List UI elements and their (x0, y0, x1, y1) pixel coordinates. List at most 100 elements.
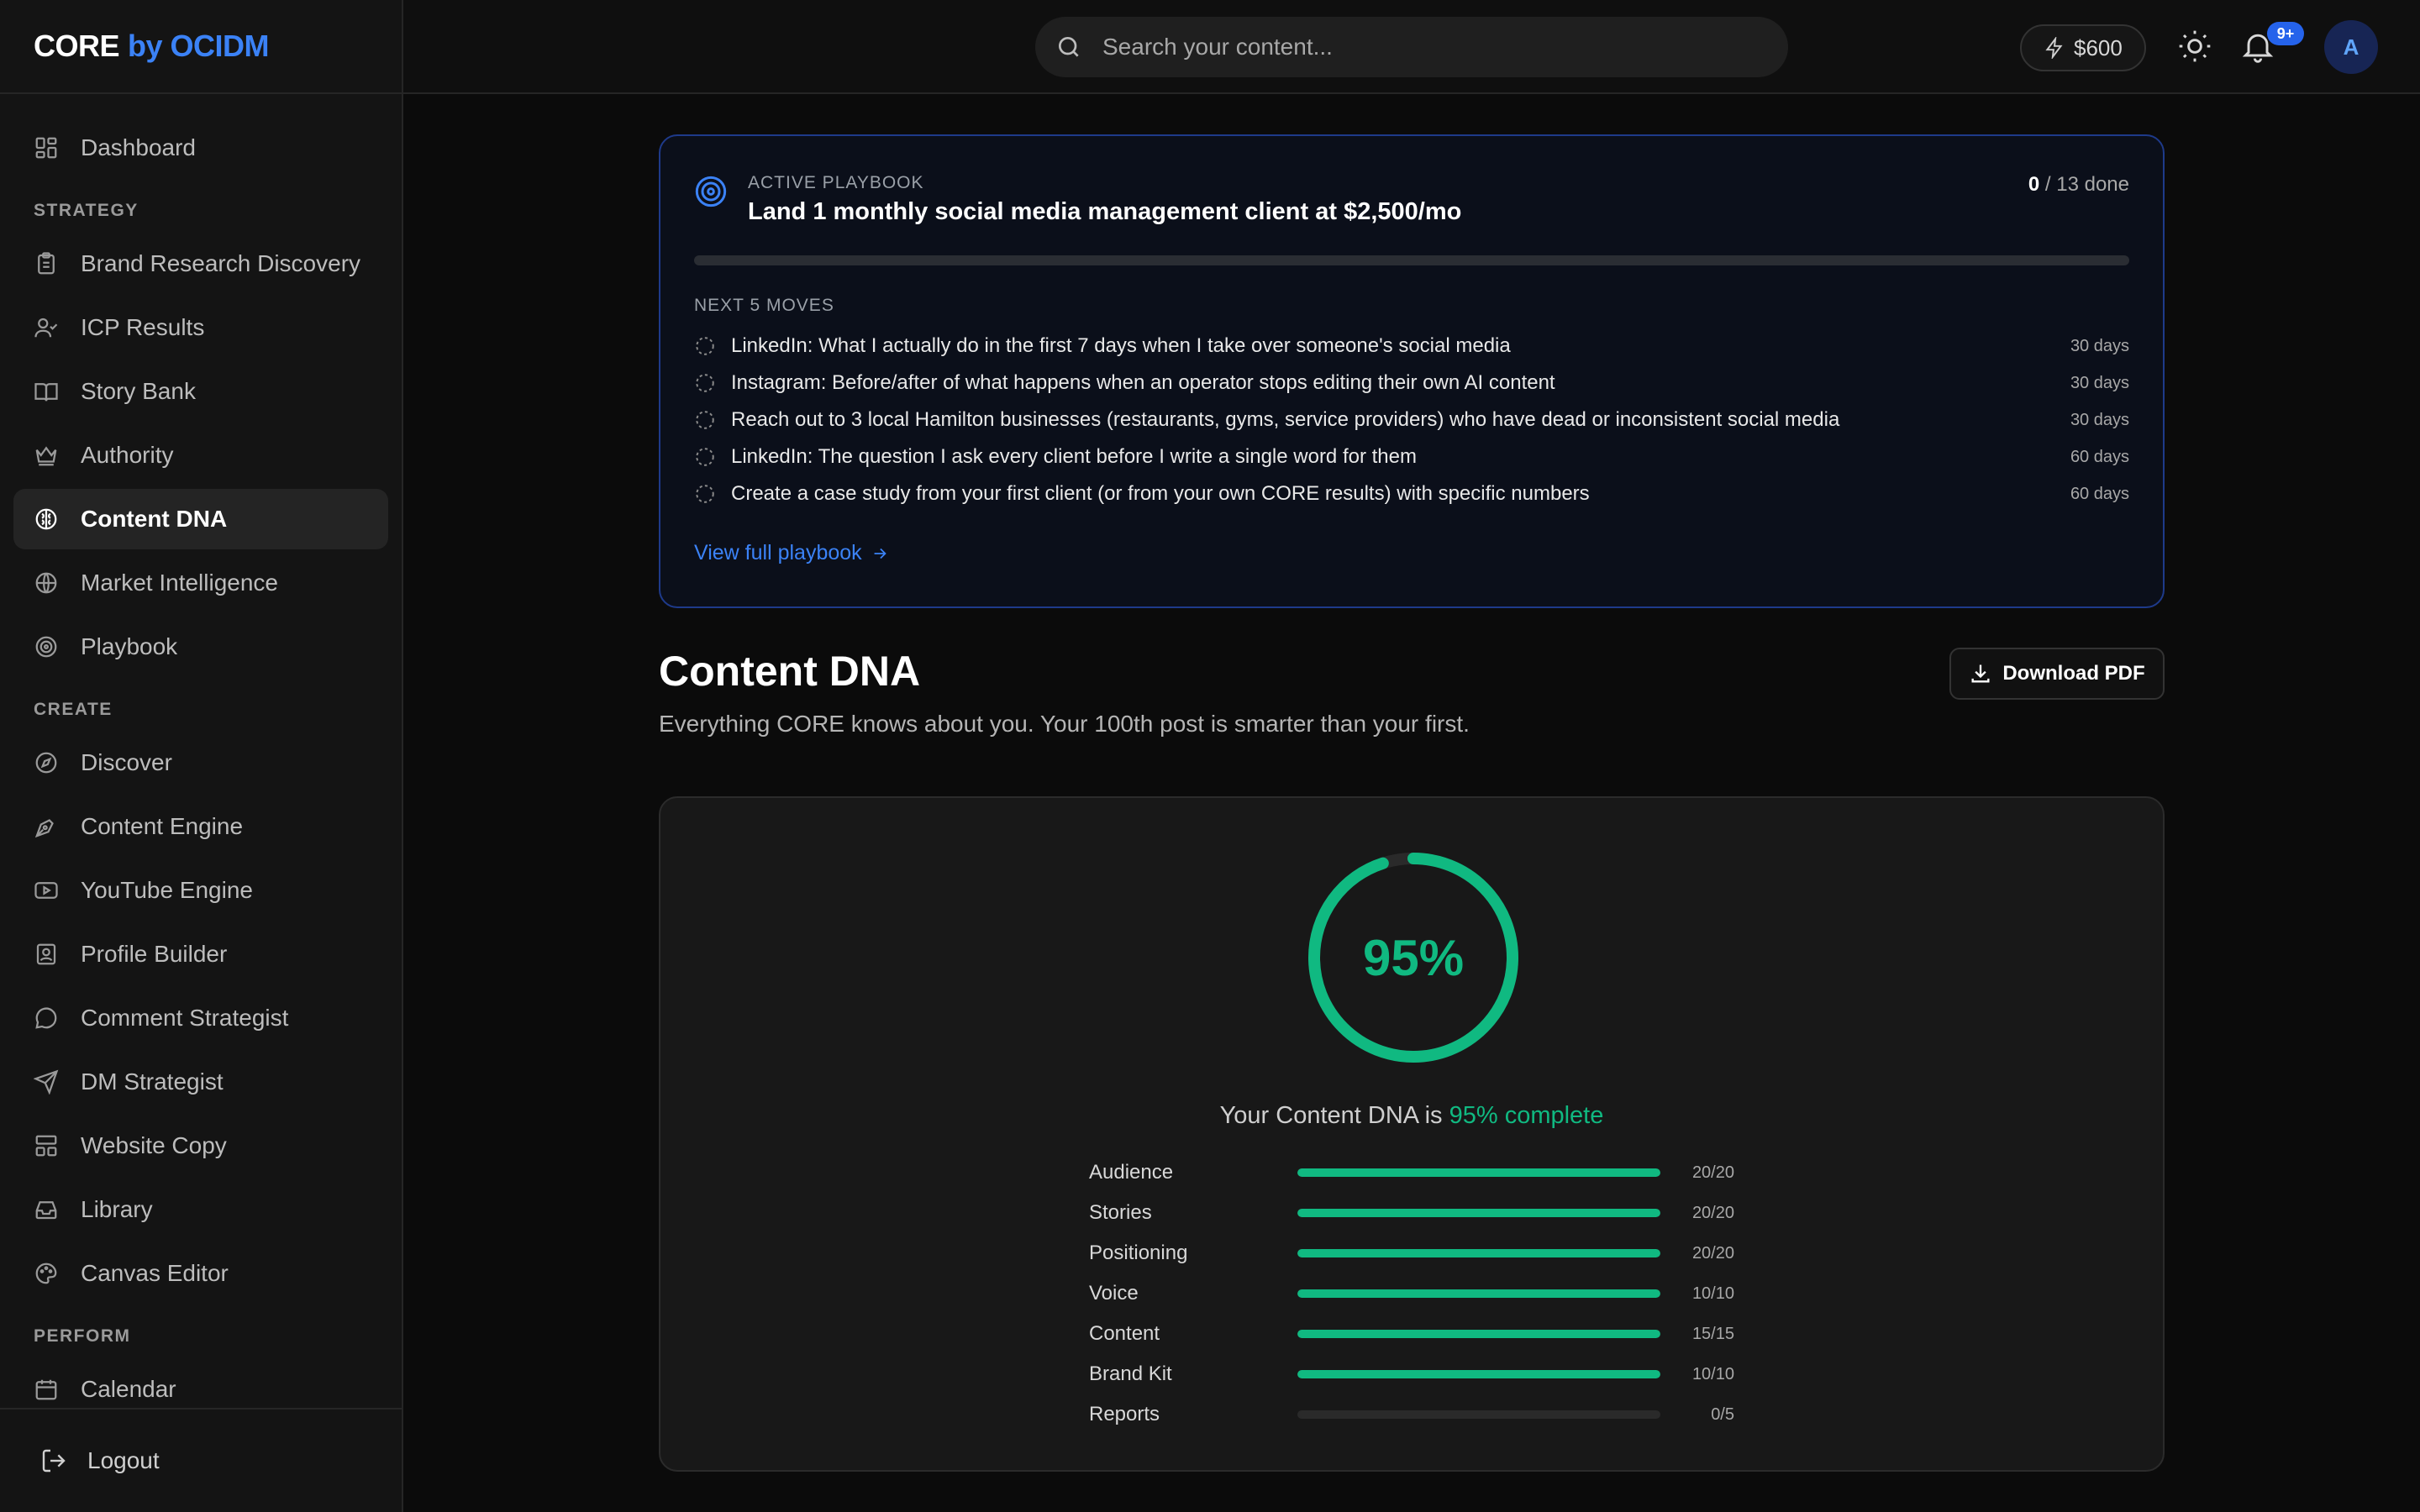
category-bar (1297, 1168, 1660, 1177)
playbook-progress-bar (694, 255, 2129, 265)
category-bar (1297, 1410, 1660, 1419)
sun-icon[interactable] (2176, 28, 2213, 65)
crown-icon (34, 443, 59, 468)
done-count: 0 (2028, 173, 2040, 196)
sidebar-item-dashboard[interactable]: Dashboard (13, 118, 388, 178)
sidebar-item-content-dna[interactable]: Content DNA (13, 489, 388, 549)
list-item[interactable]: Instagram: Before/after of what happens … (694, 365, 2129, 402)
sidebar-item-comment-strategist[interactable]: Comment Strategist (13, 988, 388, 1048)
circle-dashed-icon[interactable] (694, 446, 716, 468)
category-bar (1297, 1209, 1660, 1217)
brand-logo[interactable]: CORE by OCIDM (0, 0, 402, 94)
download-icon (1969, 662, 1992, 685)
category-score: 15/15 (1691, 1324, 1734, 1343)
category-row: Brand Kit 10/10 (1089, 1354, 1761, 1394)
playbook-eyebrow: ACTIVE PLAYBOOK (748, 173, 924, 192)
move-text: Create a case study from your first clie… (731, 482, 1590, 505)
category-bar-fill (1297, 1249, 1660, 1257)
sidebar-item-authority[interactable]: Authority (13, 425, 388, 486)
category-bar-fill (1297, 1330, 1660, 1338)
topbar: $600 9+ A (403, 0, 2420, 94)
globe-icon (34, 570, 59, 596)
sidebar-item-canvas-editor[interactable]: Canvas Editor (13, 1243, 388, 1304)
active-playbook-card: ACTIVE PLAYBOOK Land 1 monthly social me… (659, 134, 2165, 608)
clipboard-icon (34, 251, 59, 276)
sidebar-item-discover[interactable]: Discover (13, 732, 388, 793)
sidebar-item-label: Brand Research Discovery (81, 250, 361, 276)
category-bar (1297, 1370, 1660, 1378)
youtube-icon (34, 878, 59, 903)
sidebar-item-content-engine[interactable]: Content Engine (13, 796, 388, 857)
logout-icon (40, 1447, 67, 1474)
download-label: Download PDF (2002, 662, 2145, 685)
section-create: CREATE (34, 700, 113, 719)
view-full-playbook-link[interactable]: View full playbook (694, 541, 889, 565)
notification-badge: 9+ (2267, 22, 2304, 45)
sidebar-item-youtube-engine[interactable]: YouTube Engine (13, 860, 388, 921)
send-icon (34, 1069, 59, 1095)
sidebar-item-library[interactable]: Library (13, 1179, 388, 1240)
sidebar-item-market-intelligence[interactable]: Market Intelligence (13, 553, 388, 613)
page-subtitle: Everything CORE knows about you. Your 10… (659, 711, 1470, 737)
category-bar (1297, 1249, 1660, 1257)
status-highlight: 95% complete (1449, 1102, 1604, 1129)
sidebar-item-story-bank[interactable]: Story Bank (13, 361, 388, 422)
list-item[interactable]: LinkedIn: The question I ask every clien… (694, 438, 2129, 475)
circle-dashed-icon[interactable] (694, 335, 716, 357)
calendar-icon (34, 1377, 59, 1402)
list-item[interactable]: Reach out to 3 local Hamilton businesses… (694, 402, 2129, 438)
sidebar-item-label: Story Bank (81, 378, 196, 404)
category-name: Stories (1089, 1201, 1152, 1224)
category-name: Positioning (1089, 1242, 1188, 1264)
move-text: LinkedIn: What I actually do in the firs… (731, 334, 1511, 357)
download-pdf-button[interactable]: Download PDF (1949, 648, 2165, 700)
sidebar-item-label: Library (81, 1196, 153, 1222)
sidebar-item-icp-results[interactable]: ICP Results (13, 297, 388, 358)
sidebar-item-label: Profile Builder (81, 941, 228, 967)
credits-button[interactable]: $600 (2020, 24, 2146, 71)
page-title: Content DNA (659, 648, 921, 695)
palette-icon (34, 1261, 59, 1286)
category-row: Content 15/15 (1089, 1314, 1761, 1354)
sidebar-item-label: Content Engine (81, 813, 244, 839)
sidebar-item-dm-strategist[interactable]: DM Strategist (13, 1052, 388, 1112)
category-row: Voice 10/10 (1089, 1273, 1761, 1314)
target-icon (34, 634, 59, 659)
avatar[interactable]: A (2324, 20, 2378, 74)
category-score: 0/5 (1711, 1404, 1734, 1424)
layout-icon (34, 1133, 59, 1158)
category-score: 20/20 (1691, 1203, 1734, 1222)
completion-percent: 95% (1362, 929, 1465, 986)
circle-dashed-icon[interactable] (694, 483, 716, 505)
sidebar-item-profile-builder[interactable]: Profile Builder (13, 924, 388, 984)
target-icon (694, 175, 728, 208)
list-item[interactable]: LinkedIn: What I actually do in the firs… (694, 328, 2129, 365)
category-row: Audience 20/20 (1089, 1152, 1761, 1193)
sidebar-item-label: Dashboard (81, 134, 196, 160)
move-text: Reach out to 3 local Hamilton businesses… (731, 408, 1840, 431)
sidebar-item-label: Playbook (81, 633, 178, 659)
arrow-right-icon (871, 544, 889, 563)
zap-icon (2044, 37, 2065, 59)
category-name: Reports (1089, 1403, 1160, 1425)
user-check-icon (34, 315, 59, 340)
sidebar-item-playbook[interactable]: Playbook (13, 617, 388, 677)
circle-dashed-icon[interactable] (694, 409, 716, 431)
circle-dashed-icon[interactable] (694, 372, 716, 394)
move-due: 30 days (2070, 410, 2129, 429)
category-bar-fill (1297, 1209, 1660, 1217)
logout-button[interactable]: Logout (0, 1408, 402, 1512)
sidebar-item-label: Market Intelligence (81, 570, 279, 596)
total-label: / 13 done (2044, 173, 2129, 196)
category-bar-fill (1297, 1289, 1660, 1298)
search-input[interactable] (1101, 33, 1760, 61)
category-row: Positioning 20/20 (1089, 1233, 1761, 1273)
category-bar-fill (1297, 1370, 1660, 1378)
sidebar-item-website-copy[interactable]: Website Copy (13, 1116, 388, 1176)
link-label: View full playbook (694, 541, 862, 564)
category-score: 10/10 (1691, 1364, 1734, 1383)
sidebar-item-label: DM Strategist (81, 1068, 224, 1095)
sidebar-item-calendar[interactable]: Calendar (13, 1359, 388, 1408)
list-item[interactable]: Create a case study from your first clie… (694, 475, 2129, 512)
sidebar-item-brand-research-discovery[interactable]: Brand Research Discovery (13, 234, 388, 294)
